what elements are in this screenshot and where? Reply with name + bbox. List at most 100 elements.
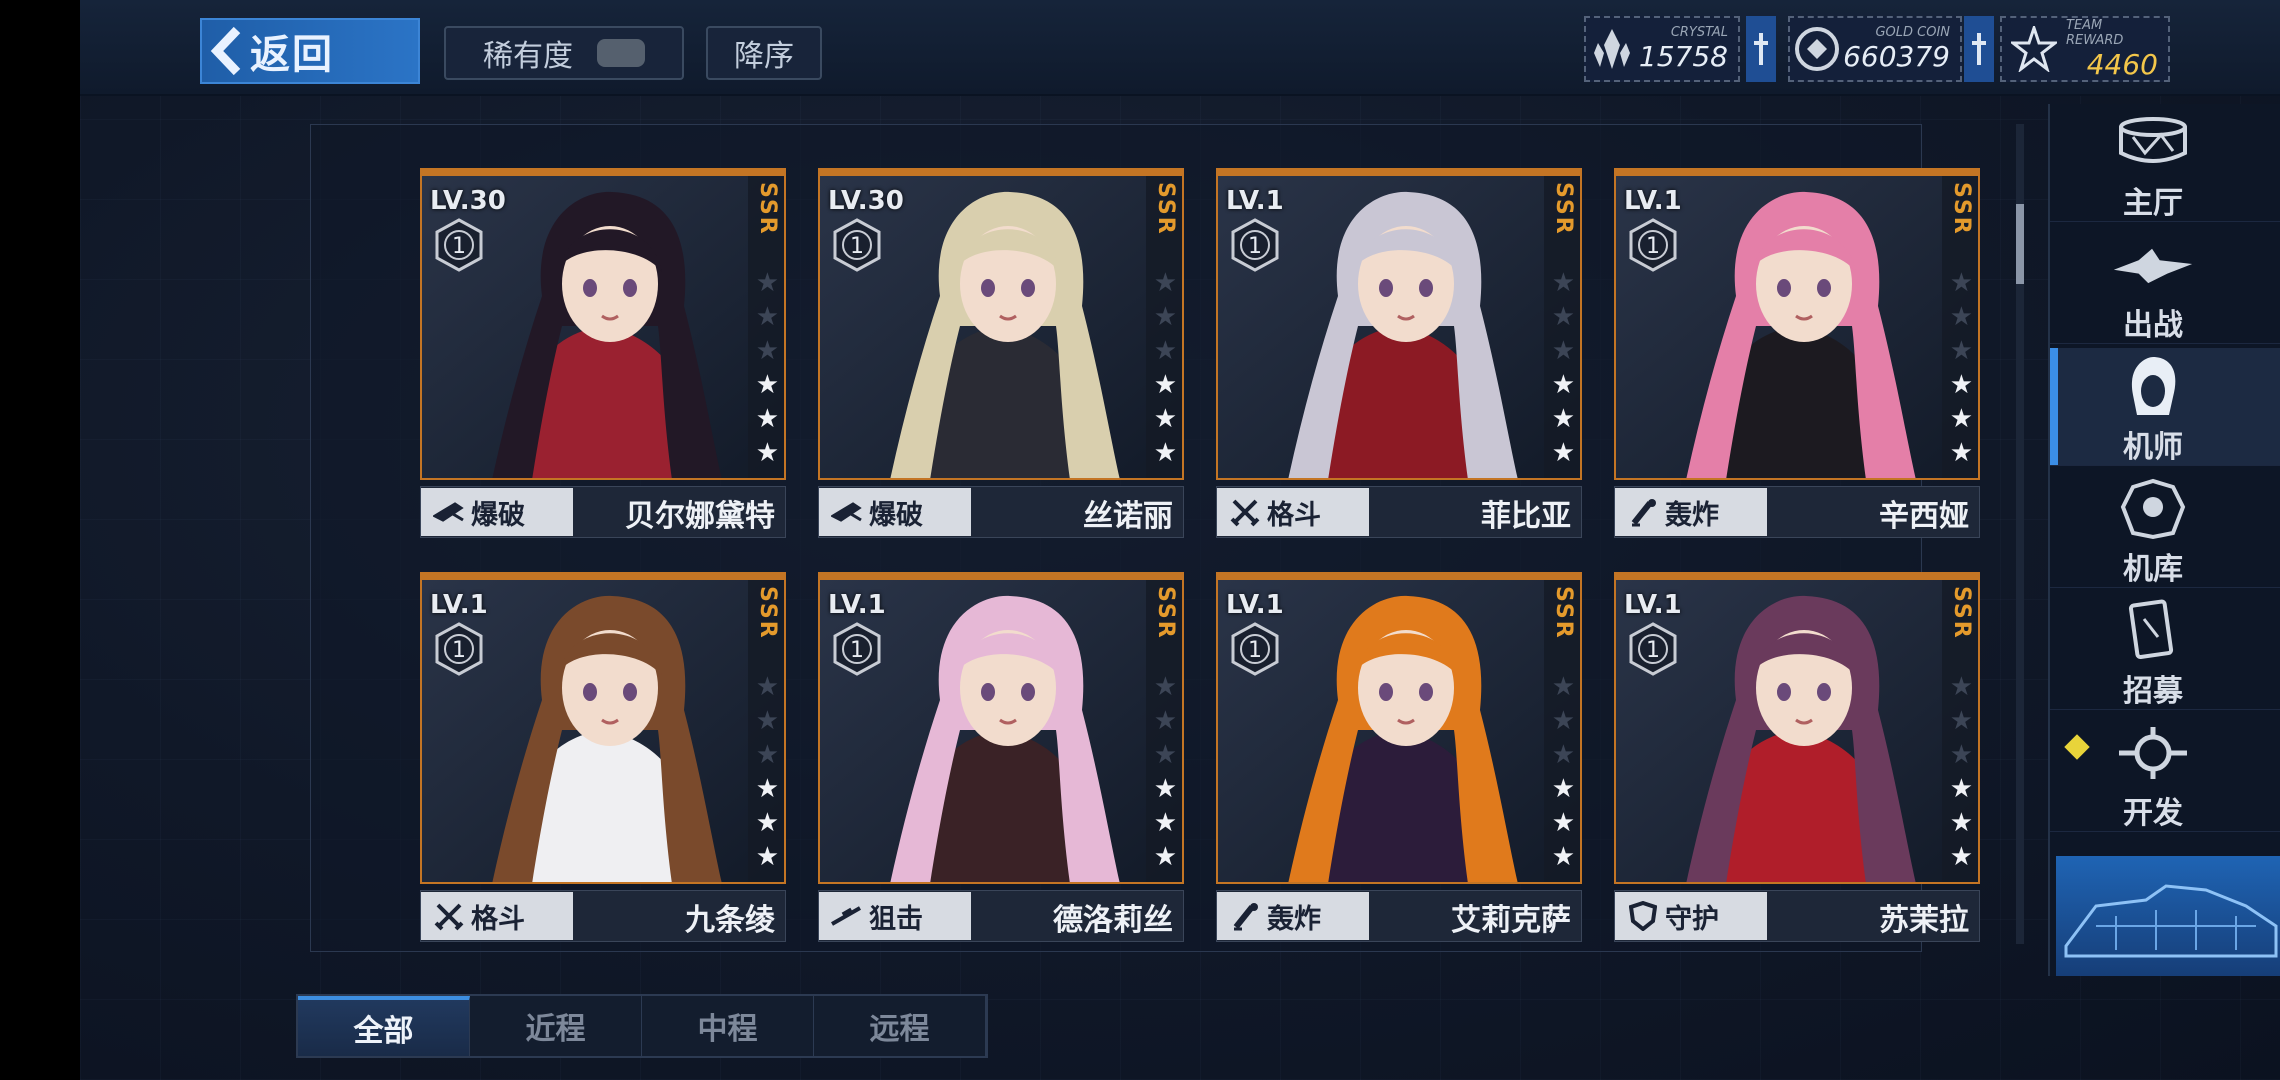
rank-number: 1 <box>850 234 864 259</box>
pilot-class-tag: 轰炸 <box>1615 488 1805 536</box>
pilot-class-tag: 守护 <box>1615 892 1805 940</box>
pilot-level: LV.1 <box>430 590 488 620</box>
star-icon: ★ <box>1153 808 1177 838</box>
nav-label: 机师 <box>2123 430 2183 465</box>
base-minimap[interactable] <box>2056 856 2280 976</box>
star-icon: ★ <box>1551 740 1575 770</box>
rarity-label: SSR <box>1949 182 1974 236</box>
pilot-info-bar: 格斗 九条绫 <box>420 890 786 942</box>
nav-item-sortie[interactable]: 出战 <box>2050 226 2280 344</box>
pilot-level: LV.1 <box>1624 590 1682 620</box>
pilot-info-bar: 格斗 菲比亚 <box>1216 486 1582 538</box>
pilot-portrait-frame: LV.1 1 SSR ★ ★ ★ ★ ★ ★ <box>818 572 1184 884</box>
star-icon: ★ <box>1153 302 1177 332</box>
scrollbar-thumb[interactable] <box>2016 204 2024 284</box>
rarity-label: SSR <box>1551 586 1576 640</box>
pilot-portrait-frame: LV.1 1 SSR ★ ★ ★ ★ ★ ★ <box>1216 572 1582 884</box>
star-icon: ★ <box>1949 268 1973 298</box>
pilot-class-label: 爆破 <box>471 499 525 531</box>
nav-item-hangar[interactable]: 机库 <box>2050 470 2280 588</box>
star-icon: ★ <box>1551 842 1575 872</box>
pilot-card[interactable]: LV.30 1 SSR ★ ★ ★ ★ ★ ★ 爆破 贝尔娜黛特 <box>420 168 786 540</box>
star-icon: ★ <box>1551 672 1575 702</box>
rank-badge-icon: 1 <box>1231 622 1279 676</box>
pilot-info-bar: 轰炸 艾莉克萨 <box>1216 890 1582 942</box>
star-icon: ★ <box>1551 302 1575 332</box>
pilot-card[interactable]: LV.1 1 SSR ★ ★ ★ ★ ★ ★ 格斗 菲比亚 <box>1216 168 1582 540</box>
team-caption: TEAM REWARD <box>2066 17 2124 48</box>
star-icon: ★ <box>1551 336 1575 366</box>
star-icon: ★ <box>1949 302 1973 332</box>
nav-item-develop[interactable]: 开发 <box>2050 714 2280 832</box>
pilot-portrait-frame: LV.1 1 SSR ★ ★ ★ ★ ★ ★ <box>420 572 786 884</box>
range-filter-tabs: 全部 近程 中程 远程 <box>296 994 988 1058</box>
pilot-class-label: 格斗 <box>1267 499 1321 531</box>
pilot-class-label: 轰炸 <box>1665 499 1719 531</box>
pilot-name: 贝尔娜黛特 <box>625 499 775 534</box>
star-rating: ★ ★ ★ ★ ★ ★ <box>1552 672 1575 872</box>
pilot-class-tag: 狙击 <box>819 892 1009 940</box>
rank-badge-icon: 1 <box>435 622 483 676</box>
pilot-name: 九条绫 <box>685 903 775 938</box>
star-rating: ★ ★ ★ ★ ★ ★ <box>1552 268 1575 468</box>
rank-badge-icon: 1 <box>1629 218 1677 272</box>
swords-icon <box>1227 494 1263 530</box>
nav-item-recruit[interactable]: 招募 <box>2050 592 2280 710</box>
star-rating: ★ ★ ★ ★ ★ ★ <box>1154 672 1177 872</box>
nav-label: 机库 <box>2123 552 2183 587</box>
add-crystal-button[interactable] <box>1746 16 1776 82</box>
pilot-portrait-frame: LV.1 1 SSR ★ ★ ★ ★ ★ ★ <box>1614 168 1980 480</box>
pilot-name: 丝诺丽 <box>1083 499 1173 534</box>
pilot-card[interactable]: LV.1 1 SSR ★ ★ ★ ★ ★ ★ 格斗 九条绫 <box>420 572 786 944</box>
pilot-card[interactable]: LV.1 1 SSR ★ ★ ★ ★ ★ ★ 轰炸 辛西娅 <box>1614 168 1980 540</box>
tab-range-0[interactable]: 全部 <box>298 996 470 1056</box>
add-gold-button[interactable] <box>1964 16 1994 82</box>
tab-range-2[interactable]: 中程 <box>642 996 814 1056</box>
nav-item-lobby[interactable]: 主厅 <box>2050 104 2280 222</box>
pilot-portrait-frame: LV.30 1 SSR ★ ★ ★ ★ ★ ★ <box>818 168 1184 480</box>
star-icon: ★ <box>755 268 779 298</box>
pilot-card[interactable]: LV.1 1 SSR ★ ★ ★ ★ ★ ★ 狙击 德洛莉丝 <box>818 572 1184 944</box>
bomb-launcher-icon <box>1625 494 1661 530</box>
back-button[interactable]: 返回 <box>200 18 420 84</box>
ship-blueprint-icon <box>2064 884 2278 958</box>
star-icon: ★ <box>1551 706 1575 736</box>
pilot-class-label: 守护 <box>1665 903 1719 935</box>
nav-label: 开发 <box>2123 796 2183 831</box>
pilot-class-tag: 格斗 <box>1217 488 1407 536</box>
gold-value: 660379 <box>1843 40 1950 73</box>
pilot-level: LV.1 <box>1226 590 1284 620</box>
star-icon: ★ <box>1153 774 1177 804</box>
star-icon: ★ <box>1551 268 1575 298</box>
scrollbar[interactable] <box>2016 124 2024 944</box>
pilot-info-bar: 爆破 丝诺丽 <box>818 486 1184 538</box>
star-icon: ★ <box>755 302 779 332</box>
star-icon: ★ <box>755 774 779 804</box>
star-badge-icon <box>2002 18 2066 80</box>
star-icon: ★ <box>755 404 779 434</box>
sort-order-button[interactable]: 降序 <box>706 26 822 80</box>
pilot-card[interactable]: LV.1 1 SSR ★ ★ ★ ★ ★ ★ 轰炸 艾莉克萨 <box>1216 572 1582 944</box>
pilot-name: 艾莉克萨 <box>1451 903 1571 938</box>
pilot-name: 菲比亚 <box>1481 499 1571 534</box>
pilot-card[interactable]: LV.1 1 SSR ★ ★ ★ ★ ★ ★ 守护 苏茉拉 <box>1614 572 1980 944</box>
star-icon: ★ <box>1153 336 1177 366</box>
pilot-level: LV.1 <box>1624 186 1682 216</box>
nav-item-pilot[interactable]: 机师 <box>2050 348 2280 466</box>
pilot-card[interactable]: LV.30 1 SSR ★ ★ ★ ★ ★ ★ 爆破 丝诺丽 <box>818 168 1184 540</box>
rank-number: 1 <box>850 638 864 663</box>
pilot-level: LV.30 <box>828 186 904 216</box>
pilot-info-bar: 爆破 贝尔娜黛特 <box>420 486 786 538</box>
pilot-name: 苏茉拉 <box>1879 903 1969 938</box>
pilot-class-tag: 轰炸 <box>1217 892 1407 940</box>
tab-range-1[interactable]: 近程 <box>470 996 642 1056</box>
crystal-value: 15758 <box>1638 40 1728 73</box>
star-icon: ★ <box>755 808 779 838</box>
star-icon: ★ <box>1153 672 1177 702</box>
star-icon: ★ <box>755 740 779 770</box>
rarity-label: SSR <box>1153 586 1178 640</box>
sort-rarity-button[interactable]: 稀有度 <box>444 26 684 80</box>
top-bar: 返回 稀有度 降序 CRYSTAL 15758 GOLD COIN 660379… <box>80 0 2280 96</box>
tab-range-3[interactable]: 远程 <box>814 996 986 1056</box>
nav-label: 招募 <box>2123 674 2183 709</box>
